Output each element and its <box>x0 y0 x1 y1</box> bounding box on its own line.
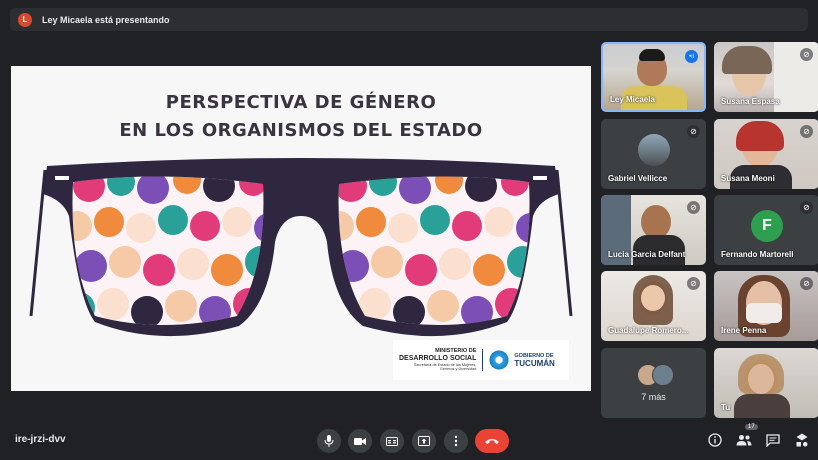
mic-off-icon: ⊘ <box>687 201 700 214</box>
more-options-button[interactable] <box>444 429 468 453</box>
microphone-icon <box>324 435 334 447</box>
speaking-icon: •ıl <box>685 50 698 63</box>
more-vertical-icon <box>454 435 458 447</box>
presenter-banner: L Ley Micaela está presentando <box>10 8 808 31</box>
present-screen-button[interactable] <box>412 429 436 453</box>
ministry-line4: Géneros y Diversidad <box>439 366 477 371</box>
meeting-details-button[interactable] <box>707 432 723 448</box>
microphone-button[interactable] <box>317 429 341 453</box>
mic-off-icon: ⊘ <box>800 125 813 138</box>
participant-name: Susana Meoni <box>721 174 775 183</box>
gov-line2: TUCUMÁN <box>514 358 555 368</box>
participant-tile[interactable]: ⊘ Gabriel Vellicce <box>601 119 706 189</box>
participant-tile[interactable]: ⊘ Guadalupe Romero... <box>601 271 706 341</box>
participant-name: Lucia Garcia Delfant <box>608 250 686 259</box>
participant-name: Guadalupe Romero... <box>608 326 689 335</box>
participant-tile[interactable]: •ıl Ley Micaela <box>601 42 706 112</box>
participant-tile[interactable]: ⊘ Susana Meoni <box>714 119 818 189</box>
people-icon <box>736 435 752 446</box>
participant-tile[interactable]: F ⊘ Fernando Martorell <box>714 195 818 265</box>
more-participants-tile[interactable]: 7 más <box>601 348 706 418</box>
captions-button[interactable] <box>380 429 404 453</box>
ministry-line2: DESARROLLO SOCIAL <box>399 355 477 363</box>
hang-up-icon <box>485 439 499 444</box>
participant-name: Susana Espasa <box>721 97 780 106</box>
tucuman-logo: GOBIERNO DE TUCUMÁN <box>483 349 555 371</box>
present-screen-icon <box>418 436 430 446</box>
gov-line1: GOBIERNO DE <box>514 352 554 359</box>
captions-icon <box>386 436 398 446</box>
participant-tile[interactable]: ⊘ Lucia Garcia Delfant <box>601 195 706 265</box>
mic-off-icon: ⊘ <box>687 277 700 290</box>
avatar <box>638 134 670 166</box>
info-icon <box>708 433 722 447</box>
mic-off-icon: ⊘ <box>800 277 813 290</box>
ministry-logo: MINISTERIO DE DESARROLLO SOCIAL Secretar… <box>399 349 484 371</box>
more-avatars <box>637 364 674 386</box>
mic-off-icon: ⊘ <box>800 48 813 61</box>
meeting-code: ire-jrzi-dvv <box>15 434 66 445</box>
participant-name: Ley Micaela <box>610 95 655 104</box>
chat-icon <box>766 433 780 447</box>
presentation-slide: PERSPECTIVA DE GÉNERO EN LOS ORGANISMOS … <box>11 66 591 391</box>
presenter-text: Ley Micaela está presentando <box>42 14 170 25</box>
self-view-tile[interactable]: Tu <box>714 348 818 418</box>
chat-button[interactable] <box>765 432 781 448</box>
leave-call-button[interactable] <box>475 429 509 453</box>
mic-off-icon: ⊘ <box>800 201 813 214</box>
participant-tile[interactable]: ⊘ Irene Penna <box>714 271 818 341</box>
more-participants-label: 7 más <box>641 392 666 402</box>
avatar <box>652 364 674 386</box>
participant-name: Fernando Martorell <box>721 250 794 259</box>
activities-icon <box>796 433 808 447</box>
activities-button[interactable] <box>794 432 810 448</box>
government-logo: MINISTERIO DE DESARROLLO SOCIAL Secretar… <box>393 340 569 380</box>
camera-icon <box>354 437 366 445</box>
presenter-avatar: L <box>18 12 32 27</box>
participant-name: Irene Penna <box>721 326 767 335</box>
participants-button[interactable] <box>736 432 752 448</box>
sun-emblem-icon <box>488 349 511 371</box>
participant-tile[interactable]: ⊘ Susana Espasa <box>714 42 818 112</box>
mic-off-icon: ⊘ <box>687 125 700 138</box>
participant-name: Tu <box>721 403 731 412</box>
participant-name: Gabriel Vellicce <box>608 174 668 183</box>
participant-count-badge: 17 <box>745 424 758 430</box>
camera-button[interactable] <box>348 429 372 453</box>
avatar: F <box>751 210 783 242</box>
